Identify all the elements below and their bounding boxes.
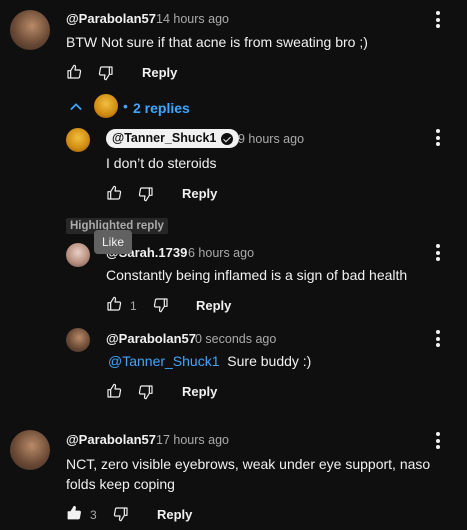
reply-button[interactable]: Reply bbox=[157, 507, 192, 522]
like-count: 3 bbox=[90, 508, 97, 522]
more-actions-icon[interactable] bbox=[436, 129, 440, 149]
reply-author: @Tanner_Shuck1 bbox=[112, 131, 217, 145]
like-filled-icon[interactable] bbox=[66, 505, 82, 521]
like-icon[interactable] bbox=[106, 185, 122, 201]
creator-author-chip[interactable]: @Tanner_Shuck1 bbox=[106, 129, 240, 148]
like-icon[interactable] bbox=[66, 64, 82, 80]
avatar[interactable] bbox=[66, 128, 90, 152]
reply-text: Sure buddy :) bbox=[227, 353, 312, 369]
like-icon[interactable] bbox=[106, 383, 122, 399]
avatar[interactable] bbox=[66, 328, 90, 352]
reply-time[interactable]: 0 seconds ago bbox=[195, 332, 276, 346]
reply-time[interactable]: 6 hours ago bbox=[188, 246, 254, 260]
avatar[interactable] bbox=[10, 10, 50, 50]
comments-panel: @Parabolan57 14 hours ago BTW Not sure i… bbox=[0, 0, 467, 530]
reply-text: Constantly being inflamed is a sign of b… bbox=[106, 267, 408, 283]
dislike-icon[interactable] bbox=[138, 186, 154, 202]
replies-count-label: 2 replies bbox=[133, 100, 190, 116]
comment-text: NCT, zero visible eyebrows, weak under e… bbox=[66, 456, 431, 492]
dislike-icon[interactable] bbox=[138, 384, 154, 400]
comment-author[interactable]: @Parabolan57 bbox=[66, 432, 156, 447]
verified-check-icon bbox=[221, 132, 234, 145]
more-actions-icon[interactable] bbox=[436, 330, 440, 350]
more-actions-icon[interactable] bbox=[436, 11, 440, 31]
creator-avatar bbox=[94, 94, 118, 118]
comment-text: BTW Not sure if that acne is from sweati… bbox=[66, 34, 368, 50]
avatar[interactable] bbox=[66, 243, 90, 267]
dislike-icon[interactable] bbox=[98, 65, 114, 81]
comment-time[interactable]: 14 hours ago bbox=[156, 12, 229, 26]
comment-time[interactable]: 17 hours ago bbox=[156, 433, 229, 447]
reply-button[interactable]: Reply bbox=[196, 298, 231, 313]
more-actions-icon[interactable] bbox=[436, 244, 440, 264]
dot-separator: • bbox=[123, 98, 128, 114]
replies-toggle[interactable]: • 2 replies bbox=[68, 93, 198, 121]
chevron-up-icon bbox=[70, 103, 82, 110]
avatar[interactable] bbox=[10, 430, 50, 470]
like-tooltip: Like bbox=[94, 230, 133, 254]
reply-text: I don’t do steroids bbox=[106, 155, 217, 171]
reply-time[interactable]: 9 hours ago bbox=[238, 132, 304, 146]
comment-author[interactable]: @Parabolan57 bbox=[66, 11, 156, 26]
mention-link[interactable]: @Tanner_Shuck1 bbox=[108, 353, 220, 369]
dislike-icon[interactable] bbox=[153, 297, 169, 313]
reply-text-line: @Tanner_Shuck1 Sure buddy :) bbox=[108, 351, 428, 371]
reply-author[interactable]: @Parabolan57 bbox=[106, 331, 196, 346]
like-icon[interactable] bbox=[106, 296, 122, 312]
reply-button[interactable]: Reply bbox=[182, 384, 217, 399]
reply-button[interactable]: Reply bbox=[182, 186, 217, 201]
reply-button[interactable]: Reply bbox=[142, 65, 177, 80]
like-count: 1 bbox=[130, 299, 137, 313]
dislike-icon[interactable] bbox=[113, 506, 129, 522]
more-actions-icon[interactable] bbox=[436, 432, 440, 452]
